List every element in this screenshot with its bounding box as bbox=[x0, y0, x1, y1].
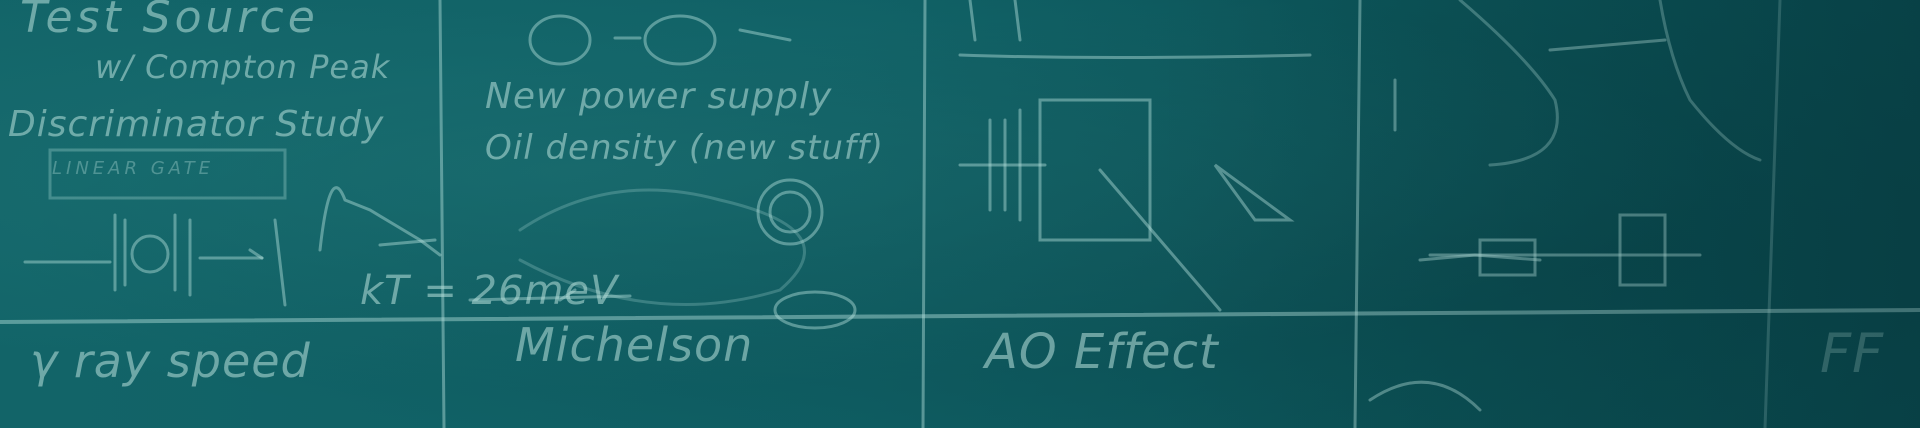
vertical-divider-line bbox=[1353, 0, 1362, 428]
chalk-text: Oil density (new stuff) bbox=[485, 128, 885, 168]
chalk-text: Test Source bbox=[20, 0, 319, 43]
chalk-text: Discriminator Study bbox=[8, 104, 385, 145]
chalk-text: FF bbox=[1820, 322, 1885, 385]
chalk-text: LINEAR GATE bbox=[52, 158, 215, 179]
chalk-text: New power supply bbox=[485, 76, 833, 117]
chalk-text: AO Effect bbox=[985, 324, 1219, 380]
horizontal-divider-line bbox=[0, 308, 1920, 324]
chalk-text: γ ray speed bbox=[30, 334, 311, 388]
vertical-divider-line bbox=[921, 0, 927, 428]
vertical-divider-line bbox=[1763, 0, 1782, 428]
chalk-text: kT = 26meV bbox=[360, 268, 619, 314]
chalkboard-background-image: Test Source w/ Compton Peak Discriminato… bbox=[0, 0, 1920, 428]
chalk-text: Michelson bbox=[515, 318, 754, 372]
vertical-divider-line bbox=[438, 0, 446, 428]
chalk-text: w/ Compton Peak bbox=[95, 48, 391, 86]
